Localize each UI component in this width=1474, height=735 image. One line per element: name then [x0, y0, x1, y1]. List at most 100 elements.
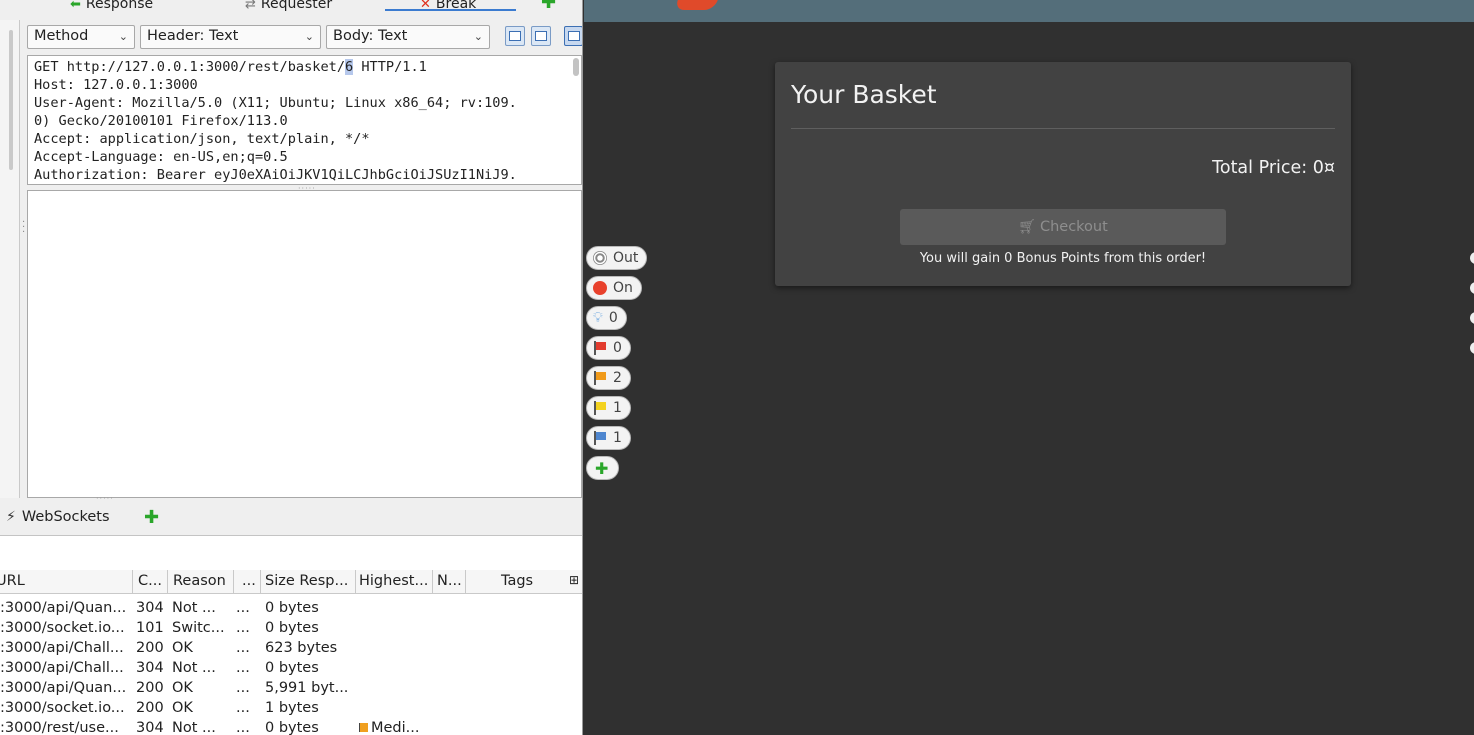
chevron-down-icon: ⌄ — [473, 30, 483, 43]
request-header-text[interactable]: GET http://127.0.0.1:3000/rest/basket/6 … — [28, 56, 581, 184]
zap-tabbar: ⬅ Response ⇄ Requester ✕ Break ✚ — [0, 0, 582, 18]
shopping-cart-icon: 🛒︎ — [1018, 219, 1036, 235]
layout-vertical-icon — [535, 31, 547, 41]
column-highest-alert[interactable]: Highest... — [359, 573, 428, 589]
row-reason: OK — [172, 680, 193, 696]
column-divider[interactable] — [260, 570, 261, 594]
editor-scrollbar[interactable] — [573, 58, 579, 76]
request-line-useragent: User-Agent: Mozilla/5.0 (X11; Ubuntu; Li… — [34, 95, 517, 111]
row-url: :3000/rest/use... — [0, 720, 119, 735]
table-row[interactable]: :3000/api/Chall... 304 Not ... ... 0 byt… — [0, 659, 582, 679]
method-select[interactable]: Method ⌄ — [27, 25, 135, 49]
table-row[interactable]: :3000/socket.io... 101 Switc... ... 0 by… — [0, 619, 582, 639]
request-line-useragent-cont: 0) Gecko/20100101 Firefox/113.0 — [34, 113, 288, 129]
chevron-down-icon: ⌄ — [118, 30, 128, 43]
request-header-editor[interactable]: GET http://127.0.0.1:3000/rest/basket/6 … — [27, 55, 582, 185]
column-reason[interactable]: Reason — [173, 573, 226, 589]
column-tags[interactable]: Tags — [501, 573, 533, 589]
hud-high-count: 0 — [613, 340, 622, 356]
app-toolbar — [584, 0, 1474, 22]
table-header: URL C... Reason ... Size Resp... Highest… — [0, 570, 582, 594]
table-row[interactable]: :3000/api/Quan... 304 Not ... ... 0 byte… — [0, 599, 582, 619]
table-row[interactable]: :3000/socket.io... 200 OK ... 1 bytes — [0, 699, 582, 719]
row-code: 304 — [136, 660, 164, 676]
left-side-panel — [0, 20, 20, 498]
column-notes[interactable]: N... — [437, 573, 462, 589]
method-select-value: Method — [34, 28, 89, 44]
total-price: Total Price: 0¤ — [1212, 158, 1335, 178]
basket-title: Your Basket — [791, 80, 937, 109]
hud-informational-alerts[interactable]: 1 — [586, 426, 631, 450]
body-format-select[interactable]: Body: Text ⌄ — [326, 25, 490, 49]
column-size-response[interactable]: Size Resp... — [265, 573, 348, 589]
table-row[interactable]: :3000/api/Chall... 200 OK ... 623 bytes — [0, 639, 582, 659]
split-horizontal-button[interactable] — [505, 26, 525, 46]
layout-tabs-icon — [568, 31, 580, 41]
browser-viewport: Your Basket Total Price: 0¤ 🛒︎ Checkout … — [584, 0, 1474, 735]
column-divider[interactable] — [355, 570, 356, 594]
column-divider[interactable] — [132, 570, 133, 594]
column-code[interactable]: C... — [138, 573, 162, 589]
add-tab-icon[interactable]: ✚ — [541, 0, 556, 14]
tabs-layout-button[interactable] — [564, 26, 582, 46]
history-table: URL C... Reason ... Size Resp... Highest… — [0, 536, 582, 735]
add-tab-icon[interactable]: ✚ — [144, 507, 159, 528]
column-divider[interactable] — [233, 570, 234, 594]
splitter-grip-icon[interactable]: · · · — [22, 218, 25, 238]
hud-site-alerts-info[interactable]: 💡︎ 0 — [586, 306, 627, 330]
row-rtt: ... — [236, 720, 250, 735]
tab-break[interactable]: ✕ Break — [420, 0, 476, 16]
row-rtt: ... — [236, 620, 250, 636]
column-url[interactable]: URL — [0, 573, 25, 589]
table-row[interactable]: :3000/rest/use... 304 Not ... ... 0 byte… — [0, 719, 582, 735]
row-size: 623 bytes — [265, 640, 338, 656]
header-format-value: Header: Text — [147, 28, 239, 44]
table-row[interactable]: :3000/api/Quan... 200 OK ... 5,991 byt..… — [0, 679, 582, 699]
row-size: 0 bytes — [265, 720, 319, 735]
zap-panel: ⬅ Response ⇄ Requester ✕ Break ✚ · · · Met… — [0, 0, 583, 735]
hud-add-tool-button[interactable]: ✚ — [586, 456, 620, 480]
row-code: 200 — [136, 640, 164, 656]
request-line-authorization: Authorization: Bearer eyJ0eXAiOiJKV1QiLC… — [34, 167, 517, 183]
hud-break-on-button[interactable]: On — [586, 276, 642, 300]
split-vertical-button[interactable] — [531, 26, 551, 46]
basket-card: Your Basket Total Price: 0¤ 🛒︎ Checkout … — [775, 62, 1351, 286]
hud-right-button[interactable] — [1470, 282, 1474, 294]
hud-low-alerts[interactable]: 1 — [586, 396, 631, 420]
tab-websockets[interactable]: ⚡ WebSockets — [6, 509, 110, 525]
orange-flag-icon — [593, 371, 607, 385]
row-rtt: ... — [236, 680, 250, 696]
tab-requester[interactable]: ⇄ Requester — [245, 0, 332, 16]
row-size: 5,991 byt... — [265, 680, 349, 696]
body-format-value: Body: Text — [333, 28, 408, 44]
row-code: 304 — [136, 720, 164, 735]
websockets-plug-icon: ⚡ — [6, 509, 16, 525]
app-logo-icon[interactable] — [674, 0, 718, 10]
break-on-icon — [593, 281, 607, 295]
tab-response[interactable]: ⬅ Response — [70, 0, 153, 16]
row-code: 304 — [136, 600, 164, 616]
column-divider[interactable] — [167, 570, 168, 594]
hud-medium-alerts[interactable]: 2 — [586, 366, 631, 390]
column-chooser-icon[interactable]: ⊞ — [569, 573, 579, 587]
column-divider[interactable] — [432, 570, 433, 594]
row-reason: Not ... — [172, 660, 216, 676]
hud-on-label: On — [613, 280, 633, 296]
hud-break-out-button[interactable]: Out — [586, 246, 648, 270]
side-scrollbar[interactable] — [9, 30, 13, 170]
row-rtt: ... — [236, 660, 250, 676]
request-body-editor[interactable] — [27, 190, 582, 498]
checkout-button[interactable]: 🛒︎ Checkout — [900, 209, 1226, 245]
hud-right-button[interactable] — [1470, 312, 1474, 324]
row-reason: Switc... — [172, 620, 225, 636]
target-icon — [593, 251, 607, 265]
column-rtt[interactable]: ... — [242, 573, 256, 589]
hud-right-button[interactable] — [1470, 342, 1474, 354]
header-format-select[interactable]: Header: Text ⌄ — [140, 25, 321, 49]
hud-right-button[interactable] — [1470, 252, 1474, 264]
layout-horizontal-icon — [509, 31, 521, 41]
row-url: :3000/api/Quan... — [0, 680, 127, 696]
row-rtt: ... — [236, 600, 250, 616]
column-divider[interactable] — [465, 570, 466, 594]
hud-high-alerts[interactable]: 0 — [586, 336, 631, 360]
